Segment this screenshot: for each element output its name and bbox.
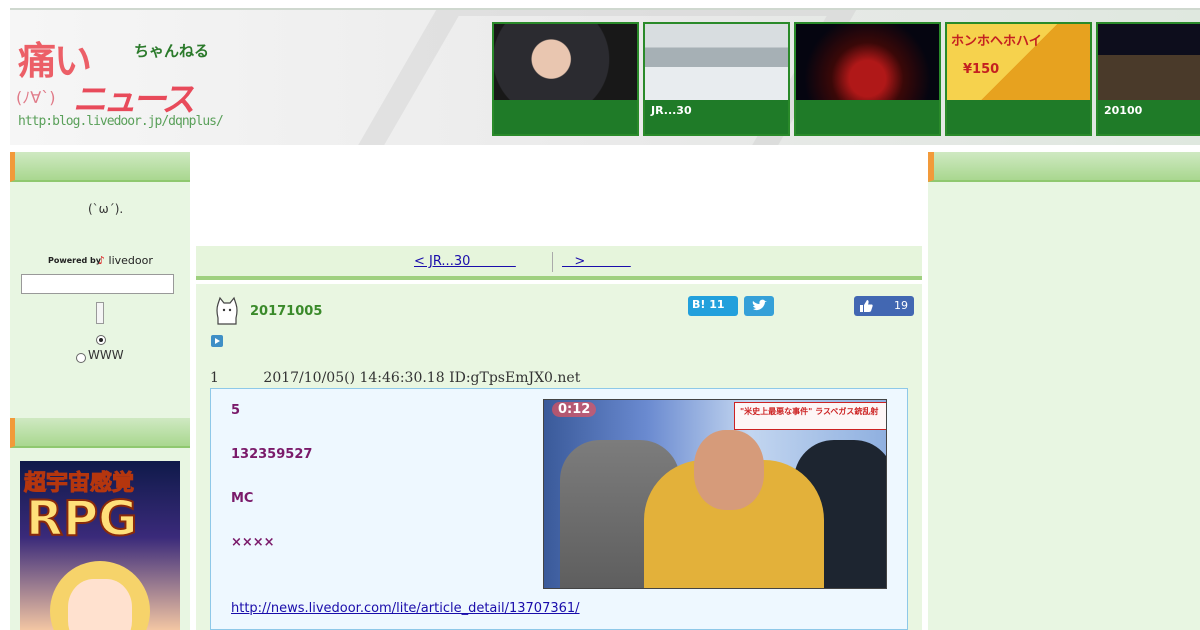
radio-www[interactable]	[76, 353, 86, 363]
face-icon: (`ω´).	[88, 202, 124, 216]
article-date: 20171005	[250, 304, 323, 319]
left-sidebar: (`ω´). Powered by ♪ livedoor WWW 超宇宙感覚 R…	[10, 152, 190, 630]
ad-character-face	[68, 579, 132, 630]
thumbnail-image	[494, 24, 637, 102]
thumbnail-image	[645, 24, 788, 102]
cat-icon	[216, 296, 238, 325]
ad-line2: RPG	[25, 490, 139, 548]
sidebar-header-bar	[928, 152, 1200, 182]
logo-chan-text: ちゃんねる	[134, 42, 210, 60]
thumbnail-caption: 20100	[1098, 100, 1200, 134]
thumbnail-image	[1098, 24, 1200, 102]
thumbnail-strip: JR...30 ホンホヘホハイ ¥150 20100	[492, 22, 1200, 136]
hatena-bookmark-button[interactable]: B! 11	[688, 296, 738, 316]
search-input[interactable]	[21, 274, 174, 294]
sidebar-header-bar	[10, 418, 190, 448]
tv-person-head	[694, 430, 764, 510]
thumbs-up-icon	[860, 300, 873, 312]
twitter-icon	[752, 299, 767, 311]
nav-separator	[552, 252, 553, 272]
thumbnail-image	[796, 24, 939, 102]
powered-by-label: Powered by	[48, 256, 101, 265]
prev-article-link[interactable]: < JR...30	[414, 254, 516, 269]
logo-url-text: http:blog.livedoor.jp/dqnplus/	[18, 114, 224, 129]
tv-screenshot: "米史上最悪な事件" ラスベガス銃乱射 0:12	[543, 399, 887, 589]
radio-site[interactable]	[96, 335, 106, 345]
twitter-button[interactable]	[744, 296, 774, 316]
thumbnail-image: ホンホヘホハイ ¥150	[947, 24, 1090, 102]
radio-www-label: WWW	[88, 348, 124, 362]
post-line: 132359527	[231, 447, 313, 462]
post-header: 1 2017/10/05() 14:46:30.18 ID:gTpsEmJX0.…	[210, 370, 581, 386]
next-article-link[interactable]: >	[562, 254, 631, 269]
right-sidebar	[928, 152, 1200, 630]
facebook-like-button[interactable]: 19	[854, 296, 914, 316]
tv-timer: 0:12	[552, 402, 597, 417]
post-body: 5 132359527 MC ×××× "米史上最悪な事件" ラスベガス銃乱射 …	[210, 388, 908, 630]
livedoor-logo[interactable]: ♪ livedoor	[98, 254, 153, 267]
thumbnail-caption	[947, 100, 1090, 134]
thumbnail-3[interactable]	[794, 22, 941, 136]
play-icon[interactable]	[211, 335, 223, 347]
article-navigation: < JR...30 >	[196, 246, 922, 280]
thumbnail-caption	[494, 100, 637, 134]
thumbnail-ad-text: ホンホヘホハイ	[951, 34, 1042, 49]
site-logo[interactable]: 痛い ちゃんねる (ﾉ∀`) ニュース http:blog.livedoor.j…	[16, 28, 226, 129]
tv-caption-text: "米史上最悪な事件" ラスベガス銃乱射	[740, 407, 879, 416]
site-header: 痛い ちゃんねる (ﾉ∀`) ニュース http:blog.livedoor.j…	[10, 8, 1200, 145]
page: 痛い ちゃんねる (ﾉ∀`) ニュース http:blog.livedoor.j…	[0, 0, 1200, 630]
sidebar-header-bar	[10, 152, 190, 182]
post-line: 5	[231, 403, 241, 418]
logo-face-text: (ﾉ∀`)	[16, 88, 56, 107]
thumbnail-4[interactable]: ホンホヘホハイ ¥150	[945, 22, 1092, 136]
thumbnail-1[interactable]	[492, 22, 639, 136]
ad-banner[interactable]: 超宇宙感覚 RPG	[20, 461, 180, 630]
livedoor-text: livedoor	[108, 254, 153, 267]
post-line: MC	[231, 491, 254, 506]
article: 20171005 B! 11 19 1 2017/10/05() 14:46:3…	[196, 284, 922, 630]
thumbnail-5[interactable]: 20100	[1096, 22, 1200, 136]
source-link[interactable]: http://news.livedoor.com/lite/article_de…	[231, 601, 580, 616]
thumbnail-price: ¥150	[963, 62, 1000, 77]
thumbnail-2[interactable]: JR...30	[643, 22, 790, 136]
thumbnail-caption: JR...30	[645, 100, 788, 134]
livedoor-mark-icon: ♪	[98, 254, 106, 267]
search-button[interactable]	[96, 302, 104, 324]
main-content: < JR...30 > 20171005 B! 11 19 1 2017/10/…	[190, 152, 928, 630]
thumbnail-caption	[796, 100, 939, 134]
post-line: ××××	[231, 535, 275, 550]
like-count: 19	[894, 299, 908, 312]
